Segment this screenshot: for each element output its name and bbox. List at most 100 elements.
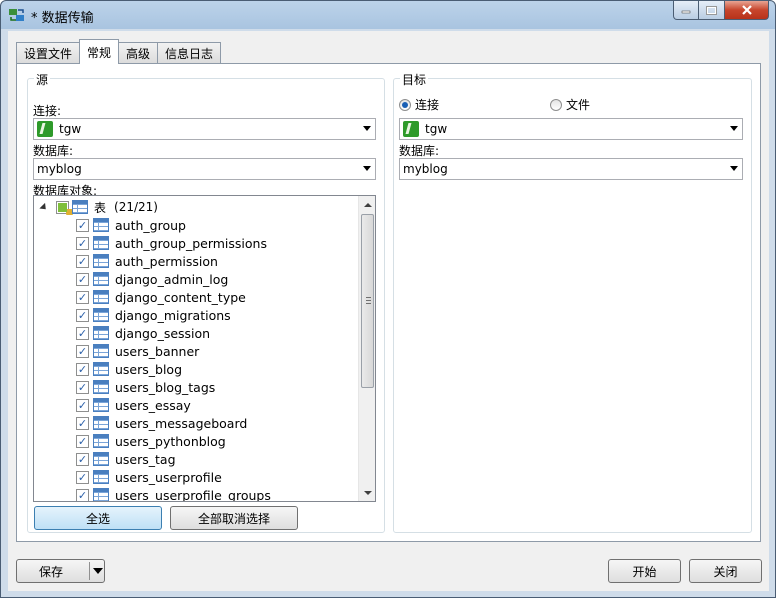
table-row[interactable]: ✓ django_session	[76, 324, 271, 342]
table-row[interactable]: ✓ auth_group_permissions	[76, 234, 271, 252]
table-icon	[93, 254, 109, 268]
table-icon	[93, 398, 109, 412]
table-name: users_tag	[115, 451, 176, 467]
root-label: 表	[94, 200, 107, 215]
target-database-label: 数据库:	[399, 144, 440, 158]
table-checkbox[interactable]: ✓	[76, 452, 89, 466]
table-row[interactable]: ✓ users_messageboard	[76, 414, 271, 432]
chevron-down-icon	[363, 126, 371, 131]
table-row[interactable]: ✓ users_blog_tags	[76, 378, 271, 396]
table-icon	[72, 200, 88, 214]
table-name: auth_permission	[115, 253, 218, 269]
scroll-up-button[interactable]	[359, 196, 375, 213]
table-checkbox[interactable]: ✓	[76, 308, 89, 322]
arrow-up-icon	[363, 202, 372, 207]
table-checkbox[interactable]: ✓	[76, 398, 89, 412]
target-group: 目标	[393, 71, 752, 533]
table-name: users_messageboard	[115, 415, 248, 431]
table-icon	[93, 326, 109, 340]
table-checkbox[interactable]: ✓	[76, 272, 89, 286]
table-checkbox[interactable]: ✓	[76, 344, 89, 358]
table-row[interactable]: ✓ users_blog	[76, 360, 271, 378]
table-name: users_banner	[115, 343, 200, 359]
table-row[interactable]: ✓ users_essay	[76, 396, 271, 414]
table-checkbox[interactable]: ✓	[76, 380, 89, 394]
table-checkbox[interactable]: ✓	[76, 218, 89, 232]
table-checkbox[interactable]: ✓	[76, 290, 89, 304]
save-split-button[interactable]: 保存	[16, 559, 105, 583]
split-separator	[89, 562, 90, 580]
scroll-thumb[interactable]	[361, 214, 374, 388]
tab-settings-file[interactable]: 设置文件	[16, 42, 81, 63]
target-connection-select[interactable]: tgw	[399, 118, 743, 140]
table-row[interactable]: ✓ django_migrations	[76, 306, 271, 324]
tree-scrollbar[interactable]	[358, 196, 375, 501]
target-connection-radio[interactable]: 连接	[399, 96, 439, 113]
table-row[interactable]: ✓ django_content_type	[76, 288, 271, 306]
table-row[interactable]: ✓ auth_group	[76, 216, 271, 234]
window-title: * 数据传输	[31, 11, 94, 26]
close-window-button[interactable]	[725, 1, 769, 20]
table-checkbox[interactable]: ✓	[76, 326, 89, 340]
table-checkbox[interactable]: ✓	[76, 434, 89, 448]
maximize-button[interactable]	[699, 1, 725, 20]
table-checkbox[interactable]: ✓	[76, 416, 89, 430]
tab-general[interactable]: 常规	[79, 39, 120, 64]
table-icon	[93, 434, 109, 448]
target-connection-value: tgw	[425, 122, 448, 136]
source-connection-value: tgw	[59, 122, 82, 136]
table-checkbox[interactable]: ✓	[76, 488, 89, 501]
minimize-button[interactable]	[673, 1, 699, 20]
source-database-select[interactable]: myblog	[33, 158, 376, 180]
mysql-connection-icon	[403, 121, 419, 137]
minimize-icon	[681, 10, 691, 14]
table-row[interactable]: ✓ users_pythonblog	[76, 432, 271, 450]
table-icon	[93, 308, 109, 322]
table-row[interactable]: ✓ users_banner	[76, 342, 271, 360]
start-button[interactable]: 开始	[608, 559, 681, 583]
table-name: django_admin_log	[115, 271, 229, 287]
deselect-all-button[interactable]: 全部取消选择	[170, 506, 298, 530]
source-connection-select[interactable]: tgw	[33, 118, 376, 140]
close-button[interactable]: 关闭	[689, 559, 762, 583]
database-objects-tree[interactable]: 表 (21/21) ✓ auth_group ✓ auth_group_permiss…	[33, 195, 376, 502]
window-controls	[673, 1, 769, 21]
target-file-radio[interactable]: 文件	[550, 96, 590, 113]
table-row[interactable]: ✓ users_tag	[76, 450, 271, 468]
source-database-label: 数据库:	[33, 144, 74, 158]
table-row[interactable]: ✓ users_userprofile_groups	[76, 486, 271, 502]
expand-arrow-icon[interactable]	[39, 202, 49, 212]
table-icon	[93, 452, 109, 466]
table-icon	[93, 290, 109, 304]
table-name: django_session	[115, 325, 211, 341]
table-name: users_blog	[115, 361, 183, 377]
table-checkbox[interactable]: ✓	[76, 236, 89, 250]
table-name: users_userprofile_groups	[115, 487, 271, 502]
table-checkbox[interactable]: ✓	[76, 362, 89, 376]
table-name: auth_group	[115, 217, 186, 233]
select-all-button[interactable]: 全选	[34, 506, 162, 530]
chevron-down-icon	[363, 166, 371, 171]
tables-root-node[interactable]: 表 (21/21)	[39, 198, 158, 216]
table-name: users_userprofile	[115, 469, 222, 485]
table-row[interactable]: ✓ django_admin_log	[76, 270, 271, 288]
app-window: * 数据传输 设置文件 常规 高级 信息日志 源 连接: tgw 数据库: my…	[0, 0, 776, 598]
source-group-title: 源	[34, 71, 51, 88]
table-icon	[93, 362, 109, 376]
target-connection-radio-label: 连接	[415, 98, 440, 112]
scroll-down-button[interactable]	[359, 484, 375, 501]
target-database-select[interactable]: myblog	[399, 158, 743, 180]
title-bar[interactable]: * 数据传输	[1, 1, 775, 31]
table-icon	[93, 218, 109, 232]
table-name: users_essay	[115, 397, 191, 413]
table-checkbox[interactable]: ✓	[76, 470, 89, 484]
dropdown-arrow-icon[interactable]	[93, 568, 103, 574]
table-row[interactable]: ✓ users_userprofile	[76, 468, 271, 486]
table-row[interactable]: ✓ auth_permission	[76, 252, 271, 270]
arrow-down-icon	[363, 490, 372, 495]
tab-advanced[interactable]: 高级	[118, 42, 159, 63]
tab-log[interactable]: 信息日志	[157, 42, 222, 63]
root-checkbox[interactable]	[56, 200, 73, 215]
grip-icon	[366, 297, 371, 304]
table-checkbox[interactable]: ✓	[76, 254, 89, 268]
